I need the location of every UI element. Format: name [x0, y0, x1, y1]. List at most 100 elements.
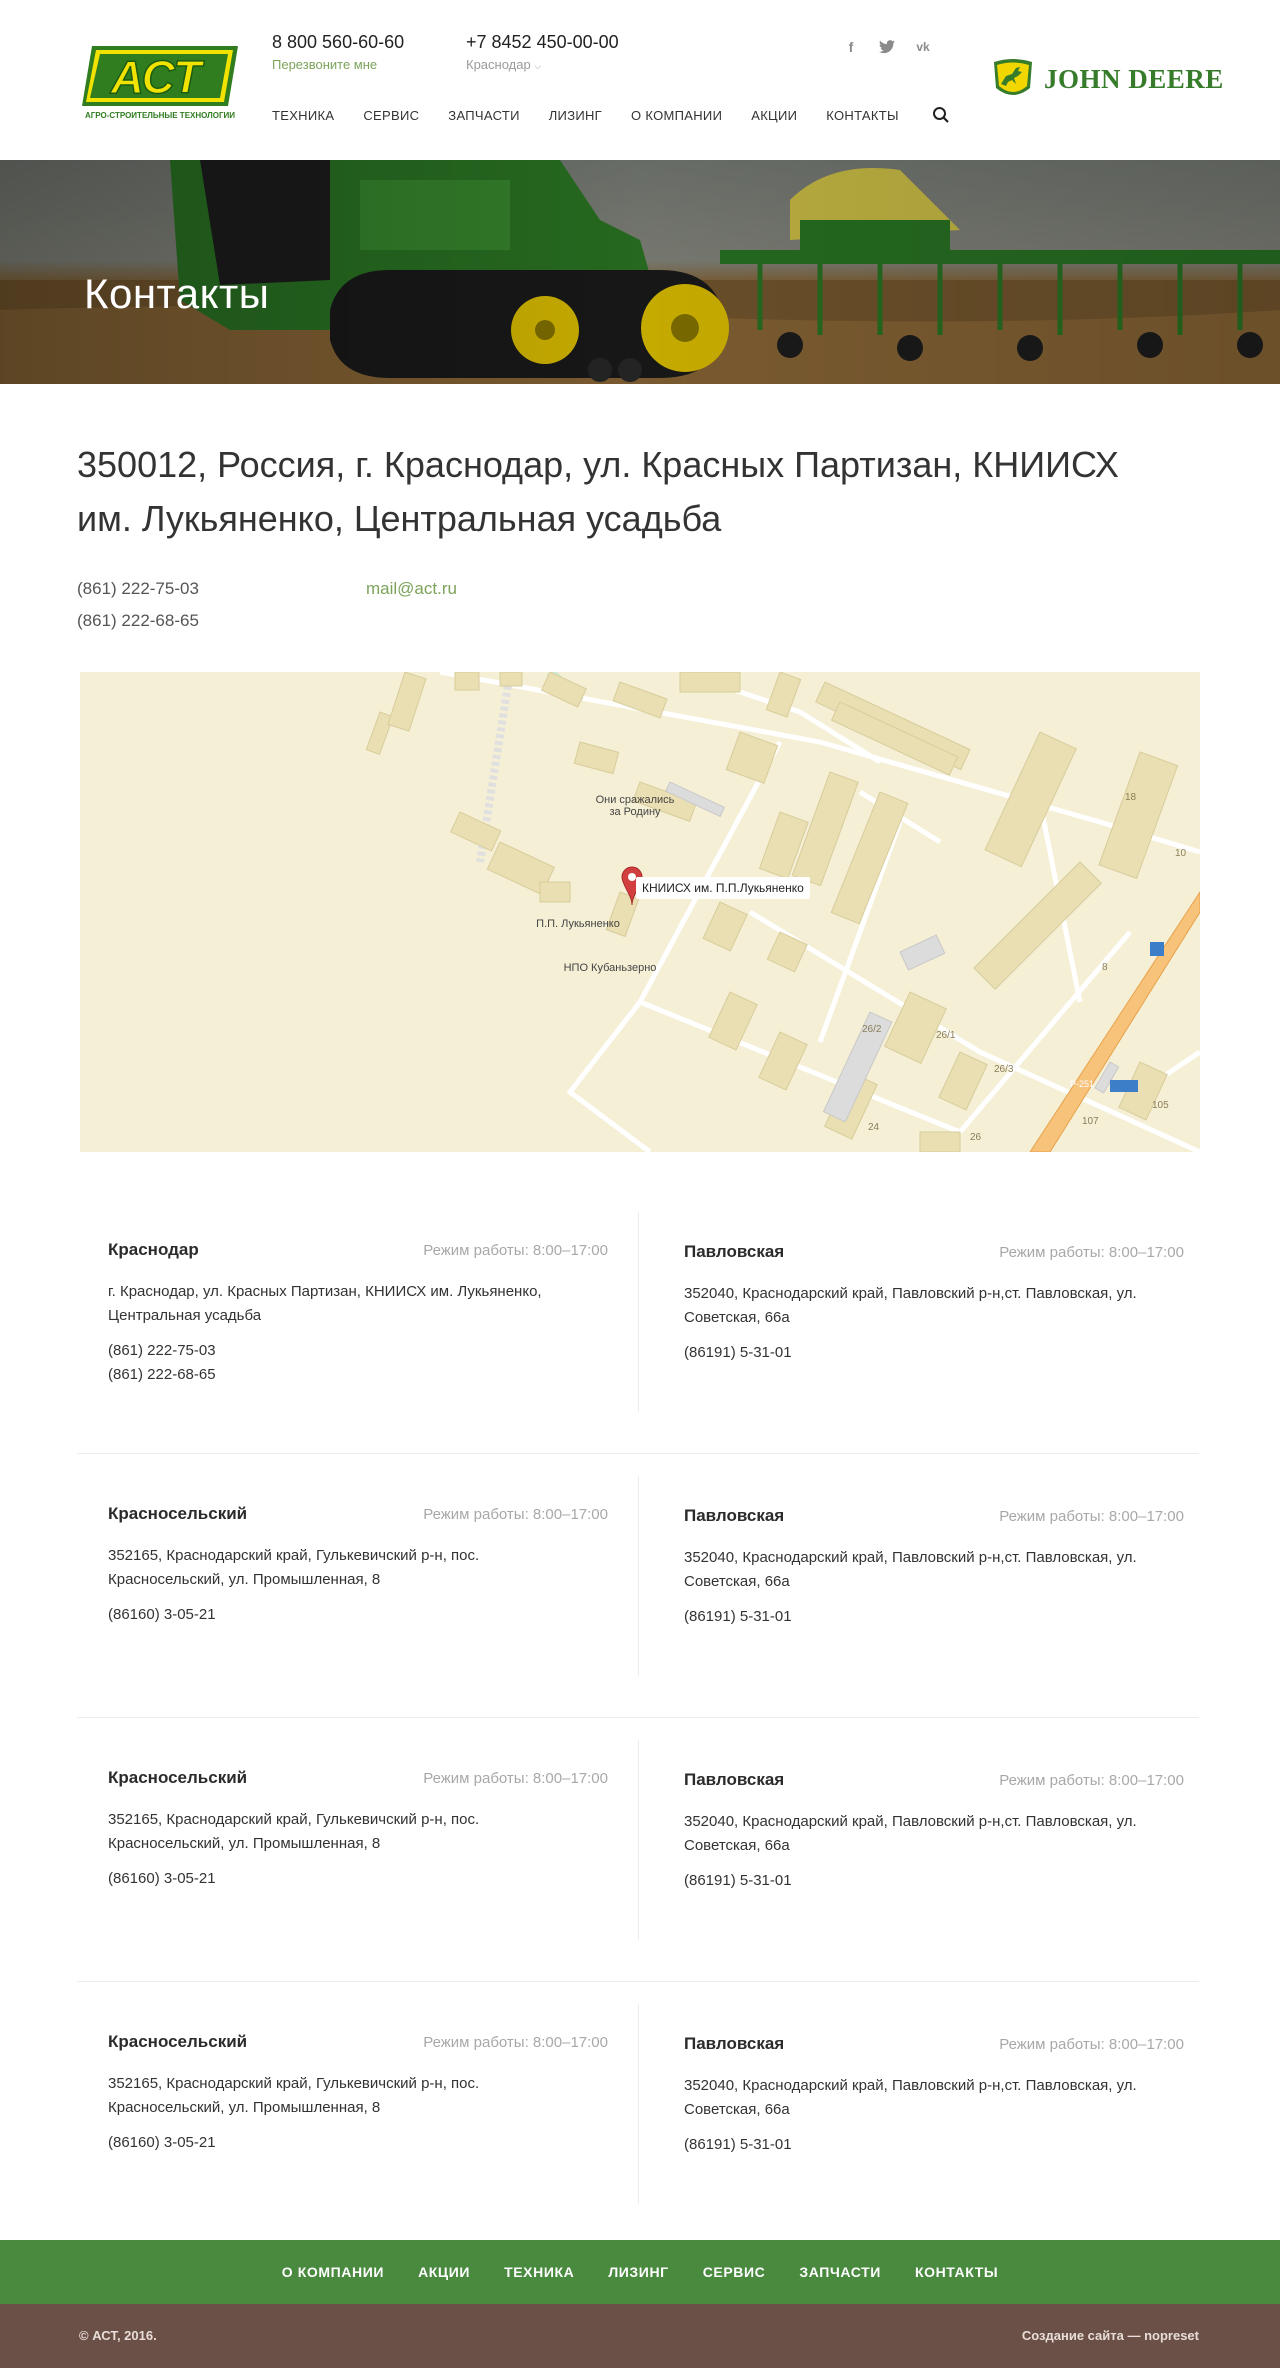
office-address: 352040, Краснодарский край, Павловский р…: [684, 1285, 1137, 1326]
footer-nav-akcii[interactable]: АКЦИИ: [418, 2264, 470, 2280]
office-phone[interactable]: (861) 222-75-03: [108, 1339, 608, 1363]
map-label-26: 26: [970, 1132, 982, 1143]
office-address: 352040, Краснодарский край, Павловский р…: [684, 1813, 1137, 1854]
copyright: © АСТ, 2016.: [79, 2328, 157, 2343]
page-title: Контакты: [84, 270, 270, 317]
nav-item-kontakty[interactable]: КОНТАКТЫ: [826, 108, 899, 123]
footer-nav-lizing[interactable]: ЛИЗИНГ: [608, 2264, 668, 2280]
site-header: АСТ АГРО-СТРОИТЕЛЬНЫЕ ТЕХНОЛОГИИ 8 800 5…: [0, 0, 1280, 160]
office-address: 352040, Краснодарский край, Павловский р…: [684, 1549, 1137, 1590]
ast-logo[interactable]: АСТ АГРО-СТРОИТЕЛЬНЫЕ ТЕХНОЛОГИИ: [78, 40, 242, 122]
office-hours: Режим работы: 8:00–17:00: [423, 1506, 608, 1523]
office-phones: (86160) 3-05-21: [108, 2131, 608, 2155]
office-address: г. Краснодар, ул. Красных Партизан, КНИИ…: [108, 1283, 542, 1324]
map-label-24: 24: [868, 1122, 880, 1133]
offices-row: Красносельский Режим работы: 8:00–17:00 …: [77, 1454, 1199, 1718]
office-card: Павловская Режим работы: 8:00–17:00 3520…: [684, 2034, 1184, 2157]
footer-nav-tehnika[interactable]: ТЕХНИКА: [504, 2264, 574, 2280]
office-address: 352165, Краснодарский край, Гулькевичски…: [108, 2075, 480, 2116]
location-map[interactable]: КНИИСХ им. П.П.Лукьяненко Они сражались …: [80, 672, 1200, 1152]
office-hours: Режим работы: 8:00–17:00: [423, 2034, 608, 2051]
office-hours: Режим работы: 8:00–17:00: [999, 1772, 1184, 1789]
office-card: Красносельский Режим работы: 8:00–17:00 …: [108, 1504, 608, 1627]
search-icon[interactable]: [932, 106, 950, 124]
nav-item-o-kompanii[interactable]: О КОМПАНИИ: [631, 108, 722, 123]
logo-text: АСТ: [110, 51, 205, 103]
office-phones: (86191) 5-31-01: [684, 1605, 1184, 1629]
map-label-lukyanenko: П.П. Лукьяненко: [536, 918, 620, 930]
developer-link[interactable]: Создание сайта — nopreset: [1022, 2328, 1199, 2343]
map-label-18: 18: [1125, 792, 1137, 803]
footer-nav-zapchasti[interactable]: ЗАПЧАСТИ: [799, 2264, 881, 2280]
office-phone[interactable]: (86191) 5-31-01: [684, 1341, 1184, 1365]
office-address: 352165, Краснодарский край, Гулькевичски…: [108, 1811, 480, 1852]
map-label-road: Р-251: [1070, 1079, 1095, 1089]
john-deere-logo[interactable]: JOHN DEERE: [990, 58, 1224, 100]
office-hours: Режим работы: 8:00–17:00: [423, 1242, 608, 1259]
map-label-26-2: 26/2: [862, 1024, 882, 1035]
nav-item-servis[interactable]: СЕРВИС: [363, 108, 419, 123]
facebook-icon[interactable]: f: [842, 38, 860, 56]
office-card: Павловская Режим работы: 8:00–17:00 3520…: [684, 1770, 1184, 1893]
main-phone-2[interactable]: (861) 222-68-65: [77, 605, 199, 637]
offices-row: Красносельский Режим работы: 8:00–17:00 …: [77, 1982, 1199, 2246]
map-label-105: 105: [1152, 1100, 1169, 1111]
column-divider: [638, 1212, 639, 1412]
callback-link[interactable]: Перезвоните мне: [272, 57, 377, 72]
office-hours: Режим работы: 8:00–17:00: [423, 1770, 608, 1787]
footer-nav-servis[interactable]: СЕРВИС: [703, 2264, 766, 2280]
office-phone[interactable]: (86160) 3-05-21: [108, 2131, 608, 2155]
chevron-down-icon: ⌵: [534, 61, 542, 71]
office-phones: (86191) 5-31-01: [684, 1341, 1184, 1365]
map-pin-label: КНИИСХ им. П.П.Лукьяненко: [636, 877, 810, 899]
footer-nav-kontakty[interactable]: КОНТАКТЫ: [915, 2264, 998, 2280]
twitter-icon[interactable]: [878, 38, 896, 56]
nav-item-zapchasti[interactable]: ЗАПЧАСТИ: [448, 108, 519, 123]
map-canvas: [80, 672, 1200, 1152]
office-card: Красносельский Режим работы: 8:00–17:00 …: [108, 1768, 608, 1891]
office-phone[interactable]: (86160) 3-05-21: [108, 1603, 608, 1627]
nav-item-lizing[interactable]: ЛИЗИНГ: [549, 108, 602, 123]
map-label-10: 10: [1175, 848, 1187, 859]
column-divider: [638, 1476, 639, 1676]
map-label-monument: Они сражались за Родину: [595, 794, 675, 818]
office-hours: Режим работы: 8:00–17:00: [999, 2036, 1184, 2053]
nav-item-akcii[interactable]: АКЦИИ: [751, 108, 797, 123]
main-phone-1[interactable]: (861) 222-75-03: [77, 573, 199, 605]
office-phone[interactable]: (861) 222-68-65: [108, 1363, 608, 1387]
office-phones: (86160) 3-05-21: [108, 1867, 608, 1891]
offices-row: Краснодар Режим работы: 8:00–17:00 г. Кр…: [77, 1190, 1199, 1454]
hero-banner: Контакты: [0, 160, 1280, 384]
office-address: 352040, Краснодарский край, Павловский р…: [684, 2077, 1137, 2118]
nav-item-tehnika[interactable]: ТЕХНИКА: [272, 108, 334, 123]
phone-main[interactable]: 8 800 560-60-60: [272, 32, 404, 53]
office-phone[interactable]: (86160) 3-05-21: [108, 1867, 608, 1891]
main-phones: (861) 222-75-03 (861) 222-68-65: [77, 573, 199, 637]
email-link[interactable]: mail@act.ru: [366, 573, 457, 605]
vk-icon[interactable]: vk: [914, 38, 932, 56]
footer-bottom: © АСТ, 2016. Создание сайта — nopreset: [0, 2304, 1280, 2368]
social-links: f vk: [842, 38, 932, 56]
column-divider: [638, 2004, 639, 2204]
office-phones: (86191) 5-31-01: [684, 2133, 1184, 2157]
offices-list: Краснодар Режим работы: 8:00–17:00 г. Кр…: [77, 1190, 1199, 2246]
office-card: Павловская Режим работы: 8:00–17:00 3520…: [684, 1242, 1184, 1365]
phone-city[interactable]: +7 8452 450-00-00: [466, 32, 619, 53]
office-phones: (861) 222-75-03 (861) 222-68-65: [108, 1339, 608, 1387]
office-card: Павловская Режим работы: 8:00–17:00 3520…: [684, 1506, 1184, 1629]
map-label-26-3: 26/3: [994, 1064, 1014, 1075]
deer-icon: [994, 59, 1032, 95]
office-phone[interactable]: (86191) 5-31-01: [684, 1605, 1184, 1629]
office-phone[interactable]: (86191) 5-31-01: [684, 2133, 1184, 2157]
main-nav: ТЕХНИКА СЕРВИС ЗАПЧАСТИ ЛИЗИНГ О КОМПАНИ…: [272, 106, 950, 124]
office-phone[interactable]: (86191) 5-31-01: [684, 1869, 1184, 1893]
offices-row: Красносельский Режим работы: 8:00–17:00 …: [77, 1718, 1199, 1982]
office-hours: Режим работы: 8:00–17:00: [999, 1244, 1184, 1261]
map-label-107: 107: [1082, 1116, 1099, 1127]
city-selector[interactable]: Краснодар ⌵: [466, 57, 541, 72]
office-card: Краснодар Режим работы: 8:00–17:00 г. Кр…: [108, 1240, 608, 1387]
footer-nav-o-kompanii[interactable]: О КОМПАНИИ: [282, 2264, 384, 2280]
office-card: Красносельский Режим работы: 8:00–17:00 …: [108, 2032, 608, 2155]
map-label-npo: НПО Кубаньзерно: [563, 962, 657, 974]
office-phones: (86160) 3-05-21: [108, 1603, 608, 1627]
